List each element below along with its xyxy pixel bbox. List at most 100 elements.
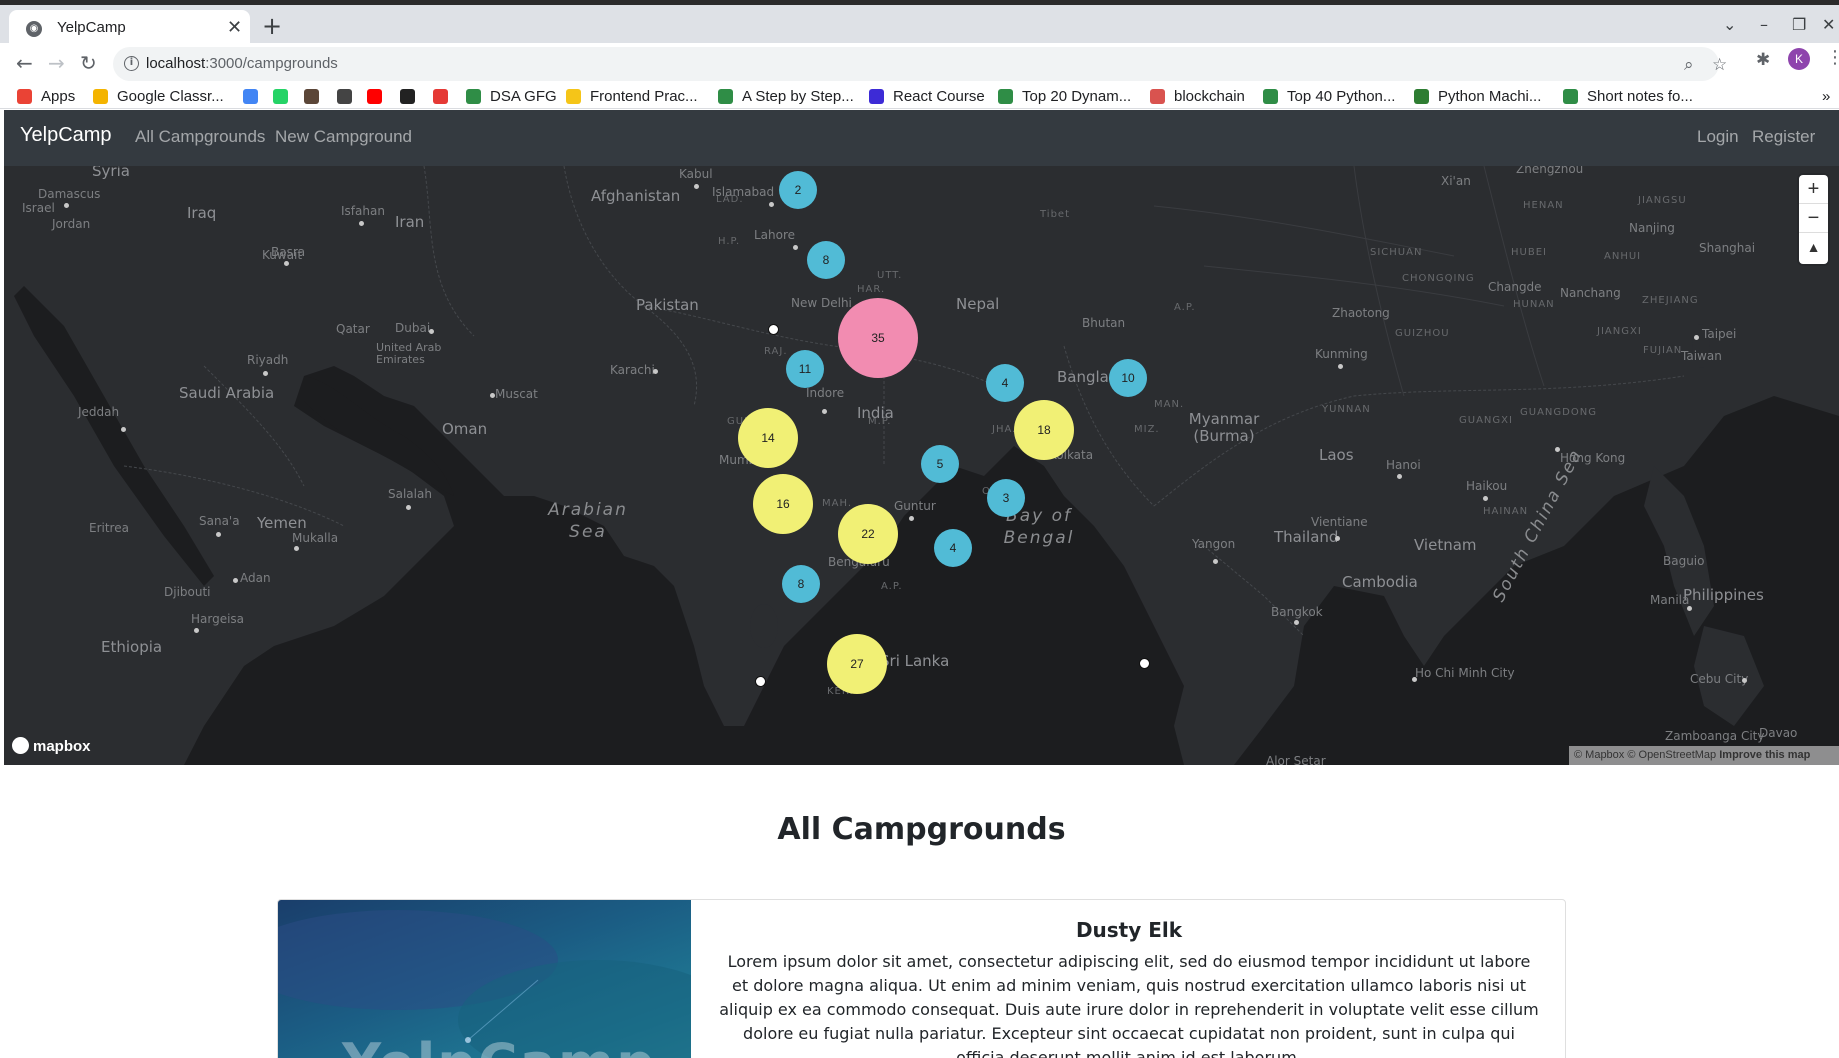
gfg-icon[interactable] <box>466 89 481 104</box>
bookmark-star-icon[interactable]: ☆ <box>1712 55 1727 75</box>
mapbox-logo[interactable]: mapbox <box>12 737 91 755</box>
bookmark-item[interactable]: DSA GFG <box>490 88 557 105</box>
campground-cluster[interactable]: 27 <box>827 634 887 694</box>
nav-register[interactable]: Register <box>1752 127 1815 147</box>
whatsapp-icon[interactable] <box>273 89 288 104</box>
site-info-icon[interactable]: i <box>124 56 139 71</box>
url-text[interactable]: localhost:3000/campgrounds <box>146 55 338 72</box>
city-dot <box>1483 496 1488 501</box>
react-course-icon[interactable] <box>869 89 884 104</box>
campground-cluster[interactable]: 35 <box>838 298 918 378</box>
zoom-in-button[interactable]: + <box>1799 175 1828 204</box>
globe-icon: ◉ <box>26 21 42 37</box>
campground-cluster[interactable]: 14 <box>738 408 798 468</box>
region-label: GUANGDONG <box>1520 407 1597 418</box>
campground-cluster[interactable]: 3 <box>987 479 1025 517</box>
attribution-text[interactable]: © Mapbox © OpenStreetMap <box>1574 749 1716 761</box>
qr-icon[interactable] <box>337 89 352 104</box>
restore-icon[interactable]: ❐ <box>1792 15 1806 34</box>
classroom-icon[interactable] <box>93 89 108 104</box>
profile-avatar[interactable]: K <box>1788 48 1810 70</box>
campground-cluster[interactable]: 4 <box>986 364 1024 402</box>
gfg-icon[interactable] <box>1263 89 1278 104</box>
city-label: Xi'an <box>1441 174 1471 188</box>
region-label: HAINAN <box>1483 506 1529 517</box>
bookmark-item[interactable]: React Course <box>893 88 985 105</box>
city-label: Bangkok <box>1271 605 1323 619</box>
coursera-icon[interactable] <box>433 89 448 104</box>
campground-cluster[interactable]: 5 <box>921 445 959 483</box>
w-icon[interactable] <box>1414 89 1429 104</box>
drive-icon[interactable] <box>243 89 258 104</box>
crown-icon[interactable] <box>566 89 581 104</box>
window-close-icon[interactable]: ✕ <box>1822 15 1835 34</box>
bookmark-item[interactable]: blockchain <box>1174 88 1245 105</box>
back-arrow-icon[interactable]: ← <box>16 51 33 75</box>
campground-cluster[interactable]: 11 <box>786 350 824 388</box>
bookmark-item[interactable]: Top 40 Python... <box>1287 88 1395 105</box>
github-icon[interactable] <box>400 89 415 104</box>
codechef-icon[interactable] <box>304 89 319 104</box>
address-bar[interactable]: i localhost:3000/campgrounds ⌕ ☆ <box>113 47 1727 81</box>
region-label: YUNNAN <box>1322 404 1371 415</box>
zoom-out-button[interactable]: − <box>1799 204 1828 233</box>
city-label: Adan <box>240 571 271 585</box>
cluster-map[interactable]: LAD. H.P. UTT. HAR. RAJ. M.P. GUJ. MAH. … <box>4 166 1839 765</box>
compass-button[interactable]: ▲ <box>1799 233 1828 262</box>
youtube-icon[interactable] <box>367 89 382 104</box>
bookmark-item[interactable]: Top 20 Dynam... <box>1022 88 1131 105</box>
bookmark-item[interactable]: Google Classr... <box>117 88 224 105</box>
city-label: Mukalla <box>292 531 339 545</box>
nav-login[interactable]: Login <box>1697 127 1739 147</box>
more-bookmarks-icon[interactable]: » <box>1822 88 1830 105</box>
country-label: Iraq <box>187 204 217 222</box>
tab-search-icon[interactable]: ⌄ <box>1723 15 1736 34</box>
bookmark-item[interactable]: Frontend Prac... <box>590 88 698 105</box>
campground-point[interactable] <box>755 676 766 687</box>
city-label: Cebu City <box>1690 672 1749 686</box>
city-dot <box>909 516 914 521</box>
gfg-icon[interactable] <box>718 89 733 104</box>
extensions-puzzle-icon[interactable]: ✱ <box>1756 50 1770 70</box>
campground-point[interactable] <box>768 324 779 335</box>
campground-cluster[interactable]: 22 <box>838 504 898 564</box>
blockchain-icon[interactable] <box>1150 89 1165 104</box>
region-label: MAH. <box>822 498 852 509</box>
browser-menu-icon[interactable]: ⋮ <box>1826 47 1839 68</box>
improve-map-link[interactable]: Improve this map <box>1719 749 1810 761</box>
close-tab-icon[interactable]: ✕ <box>227 17 242 38</box>
bookmark-item[interactable]: Python Machi... <box>1438 88 1541 105</box>
campground-point[interactable] <box>1139 658 1150 669</box>
campground-cluster[interactable]: 2 <box>779 171 817 209</box>
country-label: Ethiopia <box>101 638 163 656</box>
navbar-brand[interactable]: YelpCamp <box>20 124 112 147</box>
campground-cluster[interactable]: 18 <box>1014 400 1074 460</box>
nav-all-campgrounds[interactable]: All Campgrounds <box>135 127 265 147</box>
country-label: Cambodia <box>1342 573 1418 591</box>
nav-new-campground[interactable]: New Campground <box>275 127 412 147</box>
bookmark-item[interactable]: A Step by Step... <box>742 88 854 105</box>
campground-cluster[interactable]: 8 <box>807 241 845 279</box>
campground-cluster[interactable]: 16 <box>753 474 813 534</box>
country-label: Israel <box>22 201 55 215</box>
page-title: All Campgrounds <box>777 812 1066 847</box>
bookmark-item[interactable]: Short notes fo... <box>1587 88 1693 105</box>
campground-cluster[interactable]: 10 <box>1109 359 1147 397</box>
apps-grid-icon[interactable] <box>17 89 32 104</box>
city-label: Hargeisa <box>191 612 245 626</box>
city-label: Shanghai <box>1699 241 1756 255</box>
forward-arrow-icon[interactable]: → <box>48 51 65 75</box>
image-watermark-text: YelpCamp <box>342 1032 657 1058</box>
reload-icon[interactable]: ↻ <box>80 51 97 75</box>
campground-cluster[interactable]: 4 <box>934 529 972 567</box>
gfg-icon[interactable] <box>1563 89 1578 104</box>
city-label: Kabul <box>679 167 713 181</box>
gfg-icon[interactable] <box>998 89 1013 104</box>
campground-cluster[interactable]: 8 <box>782 565 820 603</box>
zoom-icon[interactable]: ⌕ <box>1684 55 1694 75</box>
new-tab-icon[interactable]: + <box>262 12 282 40</box>
minimize-icon[interactable]: – <box>1760 15 1768 34</box>
city-label: Nanjing <box>1629 221 1675 235</box>
bookmark-item[interactable]: Apps <box>41 88 75 105</box>
city-dot <box>284 261 289 266</box>
